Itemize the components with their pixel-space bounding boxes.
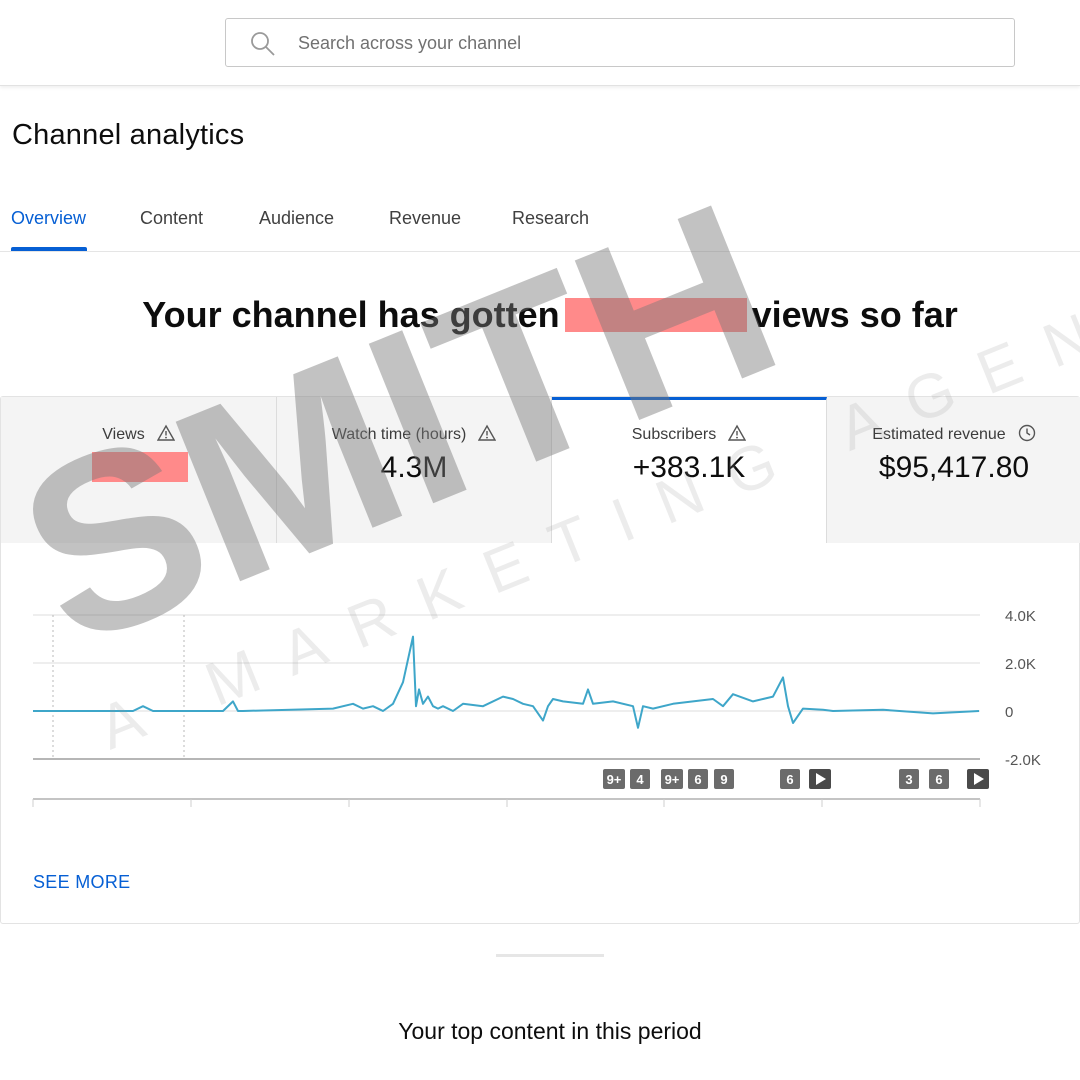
- metric-tabs: Views Watch time (hours) 4.3M Subscriber…: [1, 397, 1080, 543]
- headline-prefix: Your channel has gotten: [142, 294, 560, 335]
- redaction-box: [92, 452, 188, 482]
- event-marker[interactable]: 6: [929, 769, 949, 789]
- lifetime-views-headline: Your channel has gotten views so far: [0, 294, 1080, 336]
- search-input[interactable]: [298, 27, 978, 59]
- svg-text:9+: 9+: [607, 772, 622, 787]
- top-bar: [0, 0, 1080, 86]
- svg-text:9: 9: [720, 772, 727, 787]
- event-marker[interactable]: 3: [899, 769, 919, 789]
- metric-value: +383.1K: [632, 451, 746, 484]
- metric-subscribers[interactable]: Subscribers +383.1K: [552, 397, 827, 543]
- metric-estimated-revenue[interactable]: Estimated revenue $95,417.80: [827, 397, 1080, 543]
- subscribers-line-chart[interactable]: 4.0K 2.0K 0 -2.0K 9+ 4 9+ 6 9 6 3 6: [0, 560, 1080, 810]
- event-marker[interactable]: 9: [714, 769, 734, 789]
- clock-icon: [1018, 424, 1035, 442]
- tab-audience[interactable]: Audience: [259, 208, 334, 229]
- svg-text:6: 6: [694, 772, 701, 787]
- tab-research[interactable]: Research: [512, 208, 589, 229]
- metric-label: Subscribers: [631, 426, 717, 443]
- svg-text:4: 4: [636, 772, 644, 787]
- y-tick-label: -2.0K: [1005, 752, 1041, 769]
- video-marker-play-icon[interactable]: [967, 769, 989, 789]
- warning-icon: [728, 424, 747, 441]
- headline-suffix: views so far: [751, 294, 958, 335]
- tab-revenue[interactable]: Revenue: [389, 208, 461, 229]
- tab-content[interactable]: Content: [140, 208, 203, 229]
- event-marker[interactable]: 6: [688, 769, 708, 789]
- active-tab-indicator: [11, 247, 87, 251]
- metric-views[interactable]: Views: [1, 397, 277, 543]
- y-tick-label: 2.0K: [1005, 656, 1036, 673]
- search-icon: [251, 32, 275, 56]
- y-tick-label: 0: [1005, 704, 1013, 721]
- metric-label: Views: [102, 426, 145, 443]
- svg-text:3: 3: [905, 772, 912, 787]
- warning-icon: [478, 424, 497, 441]
- metric-label: Estimated revenue: [872, 426, 1006, 443]
- svg-text:6: 6: [935, 772, 942, 787]
- subscribers-series-line: [33, 635, 980, 729]
- tab-overview[interactable]: Overview: [11, 208, 86, 229]
- metric-watch-time[interactable]: Watch time (hours) 4.3M: [277, 397, 552, 543]
- top-content-heading: Your top content in this period: [398, 1018, 702, 1044]
- search-box[interactable]: [225, 18, 1015, 67]
- event-marker[interactable]: 4: [630, 769, 650, 789]
- see-more-link[interactable]: SEE MORE: [33, 872, 130, 893]
- page-title: Channel analytics: [12, 119, 245, 151]
- metric-value: 4.3M: [380, 451, 448, 484]
- redaction-box: [564, 298, 747, 332]
- svg-text:6: 6: [786, 772, 793, 787]
- video-marker-play-icon[interactable]: [809, 769, 831, 789]
- analytics-tabs: Overview Content Audience Revenue Resear…: [0, 196, 1080, 252]
- event-marker[interactable]: 9+: [603, 769, 625, 789]
- metric-label: Watch time (hours): [331, 426, 467, 443]
- event-marker[interactable]: 6: [780, 769, 800, 789]
- y-tick-label: 4.0K: [1005, 608, 1036, 625]
- svg-text:9+: 9+: [665, 772, 680, 787]
- metric-value: $95,417.80: [878, 451, 1030, 484]
- section-divider: [496, 954, 604, 957]
- warning-icon: [156, 424, 175, 441]
- event-marker[interactable]: 9+: [661, 769, 683, 789]
